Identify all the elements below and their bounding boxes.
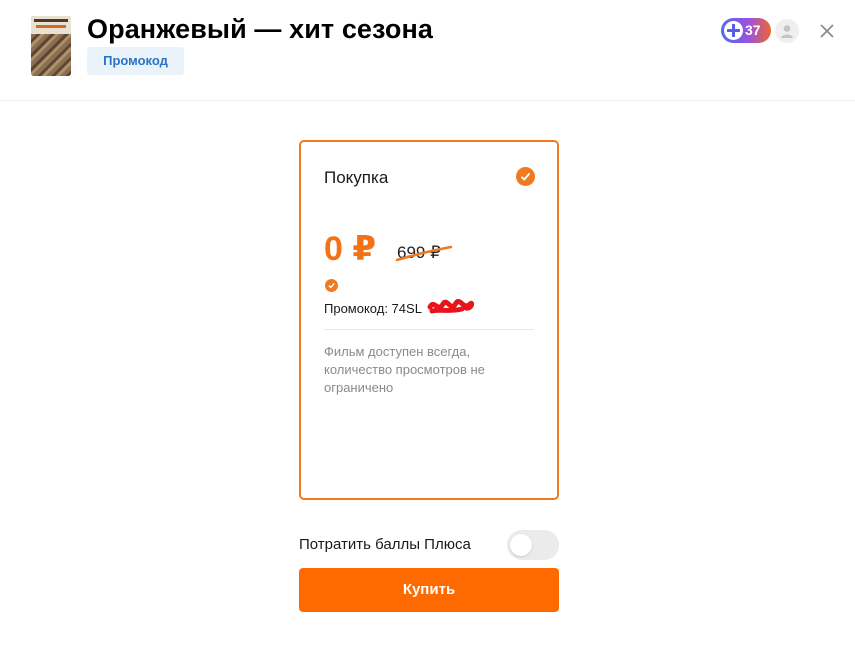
page-title: Оранжевый — хит сезона [87, 14, 434, 44]
promo-tag: Промокод [87, 47, 184, 75]
close-button[interactable] [815, 19, 839, 43]
user-icon [781, 25, 793, 38]
purchase-option-card[interactable]: Покупка 0 ₽ 699 ₽ Промокод: 74SL Фильм д… [299, 140, 559, 500]
plus-points-badge[interactable]: 37 [721, 18, 771, 43]
close-icon [820, 24, 834, 38]
buy-button[interactable]: Купить [299, 568, 559, 612]
plus-logo-icon [724, 21, 743, 40]
card-title: Покупка [324, 168, 389, 187]
promo-code-text: Промокод: 74SL [324, 301, 422, 316]
redaction-scribble [427, 299, 475, 314]
spend-points-label: Потратить баллы Плюса [299, 536, 471, 553]
divider [324, 329, 534, 330]
strikethrough-mark [395, 245, 453, 262]
promo-applied-check-icon [325, 279, 338, 292]
movie-poster [31, 16, 71, 76]
toggle-knob [510, 534, 532, 556]
header: Оранжевый — хит сезона Промокод 37 [0, 0, 855, 101]
card-description: Фильм доступен всегда, количество просмо… [324, 344, 485, 395]
plus-points-count: 37 [745, 22, 761, 38]
spend-points-toggle[interactable] [507, 530, 559, 560]
user-avatar[interactable] [775, 19, 799, 43]
price: 0 ₽ [324, 230, 377, 268]
selected-check-icon [516, 167, 535, 186]
